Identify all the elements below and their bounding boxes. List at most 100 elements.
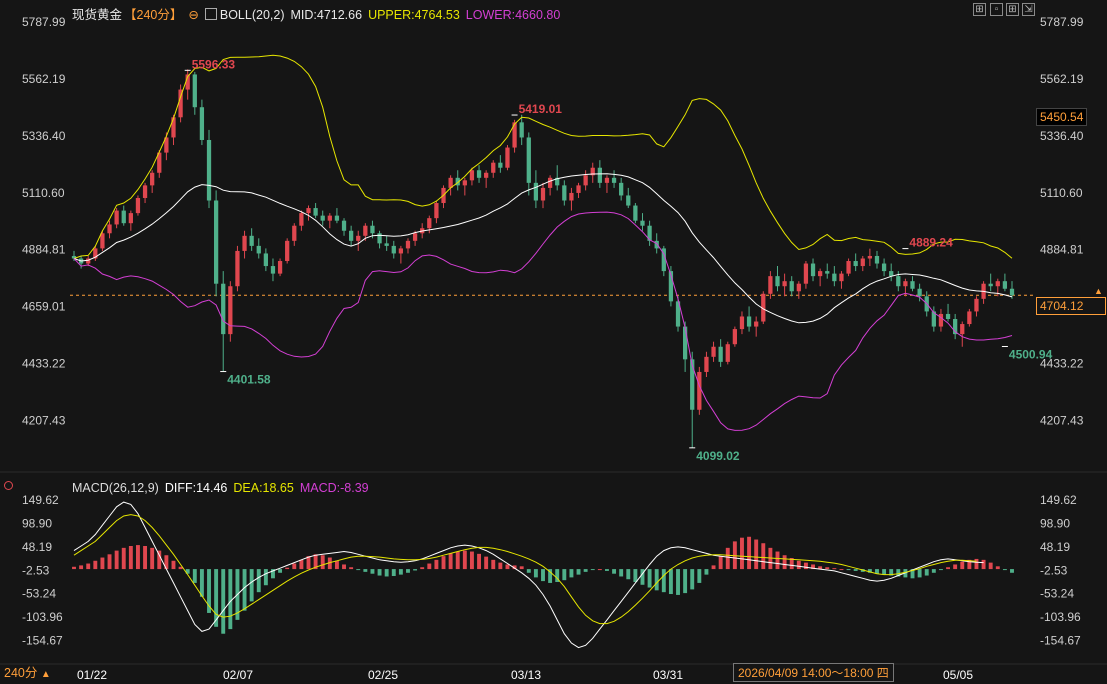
candle-body bbox=[391, 245, 396, 254]
candle-body bbox=[377, 233, 382, 244]
macd-bar bbox=[278, 569, 283, 573]
candle-body bbox=[604, 177, 610, 183]
candle-body bbox=[128, 213, 133, 224]
candle-body bbox=[867, 255, 873, 259]
time-tick-label: 03/13 bbox=[511, 668, 541, 682]
candle-body bbox=[491, 162, 496, 173]
candle-body bbox=[135, 197, 141, 214]
macd-bar bbox=[654, 569, 659, 591]
candle-body bbox=[142, 185, 148, 198]
bottom-period[interactable]: 240分 ▲ bbox=[4, 662, 51, 681]
price-tick-label-right: 4207.43 bbox=[1040, 414, 1084, 428]
caret-up-icon: ▲ bbox=[40, 669, 51, 680]
crosshair-time-label: 2026/04/09 14:00～18:00 四 bbox=[733, 663, 894, 682]
candle-body bbox=[917, 288, 922, 297]
macd-bar bbox=[171, 560, 176, 570]
candle-body bbox=[619, 182, 624, 196]
candle-body bbox=[398, 248, 404, 254]
settings-gear-icon[interactable]: ⇲ bbox=[1022, 3, 1035, 16]
macd-label: MACD(26,12,9) bbox=[72, 481, 159, 495]
macd-bar bbox=[924, 569, 929, 576]
price-tick-label-left: 5336.40 bbox=[22, 129, 66, 143]
candle-body bbox=[775, 276, 780, 287]
candle-body bbox=[874, 255, 880, 264]
candle-body bbox=[754, 321, 759, 327]
candle-body bbox=[270, 266, 276, 274]
grid-toggle-icon[interactable]: ⊞ bbox=[973, 3, 986, 16]
candle-body bbox=[334, 215, 340, 221]
indicator-icon[interactable] bbox=[204, 8, 217, 20]
macd-bar bbox=[825, 567, 830, 570]
extreme-label: 5419.01 bbox=[519, 102, 563, 116]
macd-bar bbox=[953, 564, 958, 570]
chart-canvas[interactable]: 5787.99 5787.99 5562.19 5562.19 5336.40 5336.… bbox=[0, 0, 1107, 684]
candle-body bbox=[356, 235, 361, 241]
candle-body bbox=[746, 316, 752, 327]
candle-body bbox=[583, 175, 588, 186]
bottom-period-label: 240分 bbox=[4, 666, 38, 680]
macd-bar bbox=[931, 569, 936, 573]
macd-bar bbox=[747, 536, 752, 570]
macd-bar bbox=[320, 555, 325, 570]
candle-body bbox=[803, 263, 809, 284]
macd-bar bbox=[754, 539, 759, 570]
period-label[interactable]: 【240分】 bbox=[124, 8, 182, 22]
macd-bar bbox=[228, 569, 233, 630]
extreme-label: 4401.58 bbox=[227, 373, 271, 387]
candle-body bbox=[213, 200, 219, 284]
macd-bar bbox=[242, 569, 247, 611]
macd-value: MACD:-8.39 bbox=[299, 481, 369, 495]
candle-body bbox=[363, 225, 368, 236]
last-price-arrow-icon: ▲ bbox=[1094, 286, 1103, 296]
boll-lower: LOWER:4660.80 bbox=[465, 8, 561, 22]
macd-bar bbox=[384, 569, 389, 577]
macd-bar bbox=[697, 569, 702, 583]
candle-body bbox=[462, 180, 467, 186]
candle-body bbox=[881, 263, 887, 272]
time-tick-label: 03/31 bbox=[653, 668, 683, 682]
candle-body bbox=[412, 233, 418, 241]
macd-bar bbox=[128, 545, 133, 570]
macd-bar bbox=[633, 569, 638, 583]
zoom-in-icon[interactable]: ⊞ bbox=[1006, 3, 1019, 16]
macd-bar bbox=[221, 569, 226, 634]
macd-bar bbox=[285, 567, 290, 570]
macd-bar bbox=[938, 569, 943, 571]
time-tick-label: 05/05 bbox=[943, 668, 973, 682]
candle-body bbox=[150, 172, 155, 186]
restore-icon[interactable]: ▫ bbox=[990, 3, 1003, 16]
macd-tick-label-right: 98.90 bbox=[1040, 516, 1070, 530]
macd-bar bbox=[484, 556, 489, 570]
macd-bar bbox=[995, 566, 1000, 570]
candle-body bbox=[114, 210, 119, 225]
macd-bar bbox=[93, 560, 98, 570]
macd-bar bbox=[974, 558, 979, 570]
candle-body bbox=[725, 344, 730, 362]
macd-tick-label-left: -103.96 bbox=[22, 610, 63, 624]
candle-body bbox=[405, 240, 411, 249]
extreme-label: 4099.02 bbox=[696, 449, 740, 463]
candle-body bbox=[299, 213, 304, 226]
price-tick-label-right: 5110.60 bbox=[1040, 186, 1083, 200]
macd-bar bbox=[377, 569, 382, 576]
candle-body bbox=[995, 281, 1000, 287]
macd-bar bbox=[391, 569, 396, 577]
candle-body bbox=[718, 346, 723, 362]
macd-bar bbox=[477, 553, 481, 570]
macd-target-icon[interactable] bbox=[4, 481, 13, 490]
candle-body bbox=[206, 139, 212, 201]
crosshair-price-tag: 5450.54 bbox=[1036, 108, 1088, 126]
price-tick-label-left: 4884.81 bbox=[22, 243, 66, 257]
candle-body bbox=[192, 74, 197, 108]
macd-bar bbox=[846, 569, 851, 571]
time-tick-label: 01/22 bbox=[77, 668, 107, 682]
macd-bar bbox=[590, 569, 595, 571]
macd-tick-label-right: 48.19 bbox=[1040, 540, 1070, 554]
candle-body bbox=[732, 329, 737, 345]
macd-bar bbox=[576, 569, 581, 575]
settings-icon[interactable]: ⊖ bbox=[188, 8, 198, 22]
candle-body bbox=[313, 208, 318, 216]
price-tick-label-left: 5562.19 bbox=[22, 72, 66, 86]
macd-tick-label-left: -2.53 bbox=[22, 563, 50, 577]
candle-body bbox=[960, 324, 965, 335]
